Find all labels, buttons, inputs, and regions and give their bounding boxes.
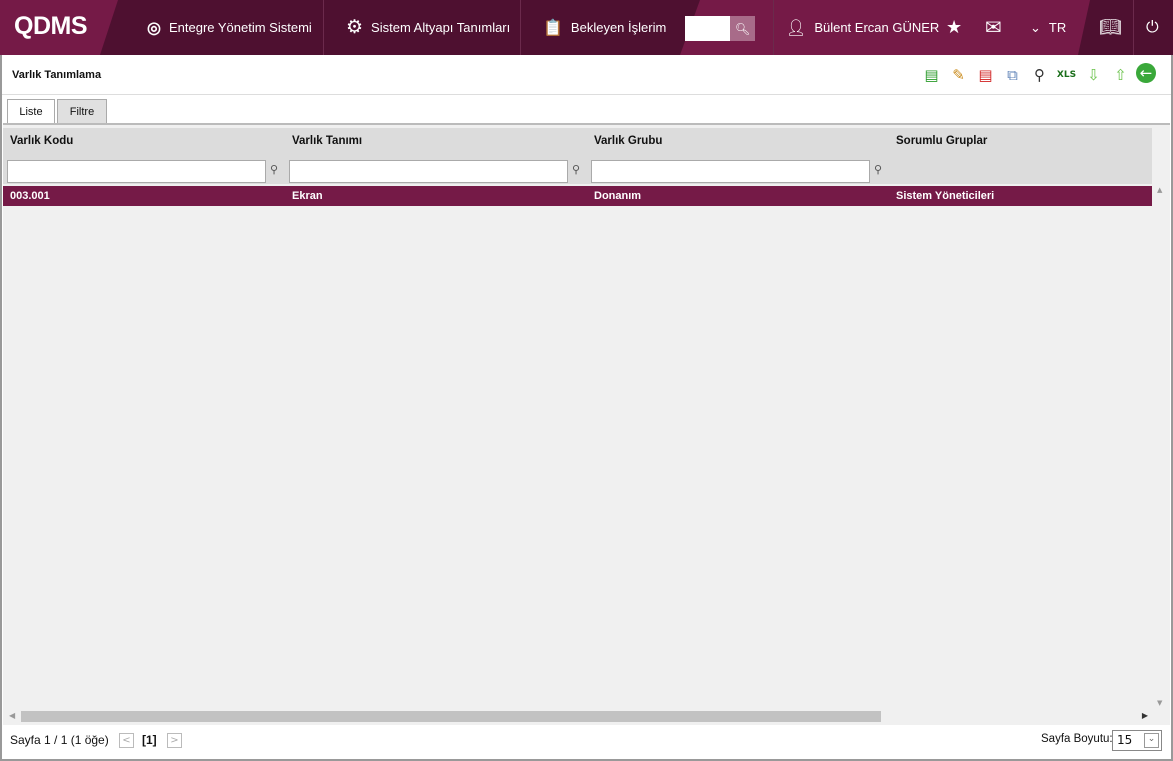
chevron-down-icon: ⌄ [1144,733,1159,748]
horizontal-scrollbar[interactable]: ◀ ▶ [6,710,1151,723]
power-icon: ⏻ [1146,18,1159,36]
page-size-value: 15 [1117,733,1133,747]
back-icon[interactable]: ← [1136,63,1156,83]
clipboard-icon: 📋 [543,19,563,37]
divider [2,94,1171,95]
search-button[interactable]: 🔍︎ [730,16,755,41]
nav-label: Bekleyen İşlerim [570,20,667,35]
page-title: Varlık Tanımlama [12,69,102,81]
page-size-select[interactable]: 15 ⌄ [1112,730,1162,751]
column-header[interactable]: Sorumlu Gruplar [896,135,987,147]
cell: 003.001 [10,190,50,202]
divider [1133,0,1134,55]
star-icon: ★ [946,17,963,37]
toolbar: ▤ ✎ ▤ ⧉ ⚲ XLS ⇩ ⇧ ← [920,63,1156,86]
cell: Donanım [594,190,642,202]
nav-label: Entegre Yönetim Sistemi [168,20,312,35]
search-input[interactable] [685,16,730,41]
filter-icon[interactable]: ⚲ [874,163,882,176]
page-info: Sayfa 1 / 1 (1 öğe) [10,733,109,747]
add-record-icon[interactable]: ▤ [920,63,943,86]
user-icon: 👤︎ [786,19,807,37]
q-logo-icon: ◎ [147,19,161,37]
column-header[interactable]: Varlık Tanımı [292,135,362,147]
top-navbar: QDMS ◎ Entegre Yönetim Sistemi ⚙ Sistem Al… [0,0,1173,55]
export-xls-icon[interactable]: XLS [1055,63,1078,86]
table-row[interactable]: 003.001 Ekran Donanım Sistem Yöneticiler… [3,186,1152,206]
nav-sistem-altyapi[interactable]: ⚙ Sistem Altyapı Tanımları [346,0,510,55]
page-size-label: Sayfa Boyutu: [1041,733,1113,745]
nav-entegre[interactable]: ◎ Entegre Yönetim Sistemi [147,0,312,55]
filter-icon[interactable]: ⚲ [270,163,278,176]
favorites-button[interactable]: ★ [946,0,962,55]
cell: Sistem Yöneticileri [896,190,995,202]
edit-record-icon[interactable]: ✎ [947,63,970,86]
book-icon: 📖︎ [1099,17,1122,37]
column-header[interactable]: Varlık Grubu [594,135,662,147]
help-button[interactable]: 📖︎ [1099,0,1122,55]
data-grid: Varlık Kodu Varlık Tanımı Varlık Grubu S… [3,123,1170,725]
user-name: Bülent Ercan GÜNER [814,20,940,35]
vertical-scrollbar[interactable]: ▲ ▼ [1153,184,1169,709]
mail-icon: ✉ [985,17,1002,39]
filter-input-grup[interactable] [591,160,870,183]
search-icon: 🔍︎ [734,21,751,36]
scrollbar-thumb[interactable] [21,711,881,722]
nav-label: Sistem Altyapı Tanımları [371,20,511,35]
gear-icon: ⚙ [346,17,364,38]
column-header[interactable]: Varlık Kodu [10,135,73,147]
messages-button[interactable]: ✉ [985,0,1002,55]
arrow-up-icon[interactable]: ⇧ [1109,63,1132,86]
tab-filtre[interactable]: Filtre [57,99,107,123]
next-page-button[interactable]: > [167,733,182,748]
language-select[interactable]: ⌄ TR [1030,0,1066,55]
qdms-logo[interactable]: QDMS [14,12,88,41]
binoculars-icon[interactable]: ⚲ [1028,63,1051,86]
divider [323,0,324,55]
divider [773,0,774,55]
user-menu[interactable]: 👤︎ Bülent Ercan GÜNER [786,0,939,55]
language-label: TR [1048,20,1067,35]
filter-input-kod[interactable] [7,160,266,183]
delete-record-icon[interactable]: ▤ [974,63,997,86]
filter-icon[interactable]: ⚲ [572,163,580,176]
prev-page-button[interactable]: < [119,733,134,748]
divider [520,0,521,55]
grid-header: Varlık Kodu Varlık Tanımı Varlık Grubu S… [3,128,1152,184]
current-page[interactable]: [1] [142,733,157,747]
tab-liste[interactable]: Liste [7,99,55,124]
filter-input-tanim[interactable] [289,160,568,183]
chevron-down-icon: ⌄ [1030,19,1041,35]
copy-icon[interactable]: ⧉ [1001,63,1024,86]
logout-button[interactable]: ⏻ [1146,0,1159,55]
nav-bekleyen[interactable]: 📋 Bekleyen İşlerim [543,0,666,55]
arrow-down-icon[interactable]: ⇩ [1082,63,1105,86]
cell: Ekran [292,190,323,202]
